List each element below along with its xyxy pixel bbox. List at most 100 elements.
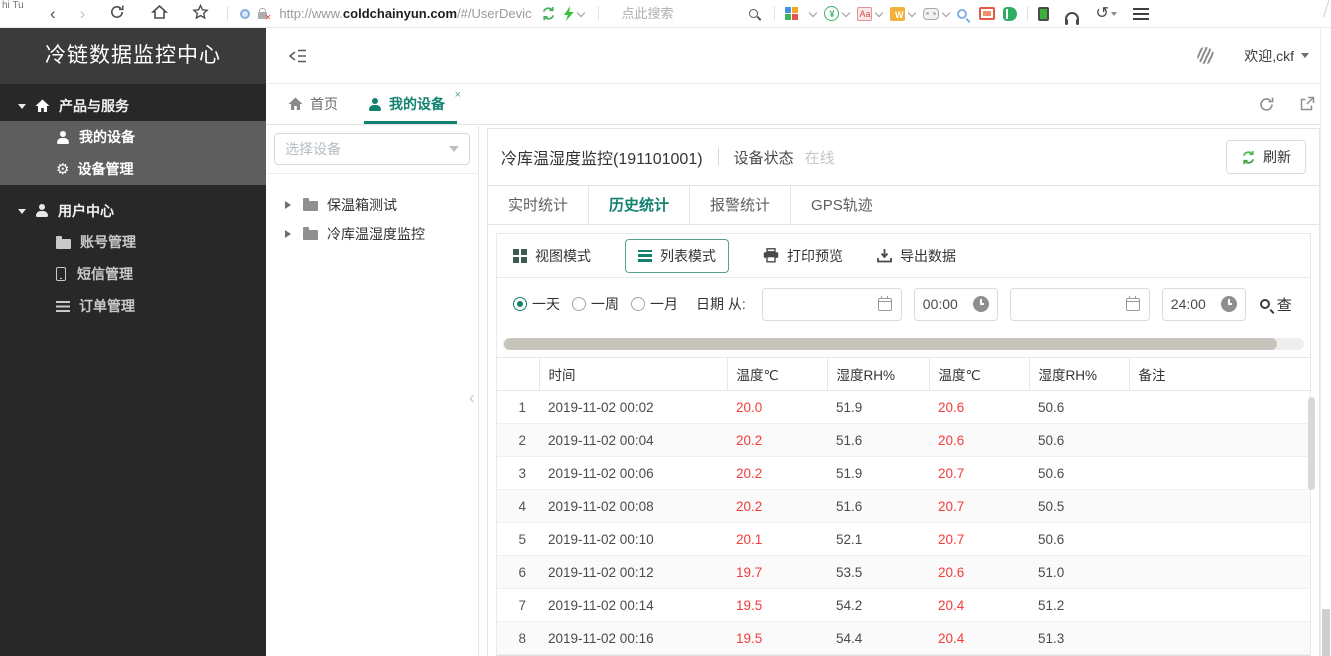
tab-label: 我的设备: [389, 94, 445, 114]
ext-zoom-icon[interactable]: [957, 9, 967, 19]
ext-tv-icon[interactable]: [979, 7, 995, 20]
radio-label: 一周: [591, 294, 619, 314]
ext-dictionary-icon[interactable]: [1003, 7, 1017, 21]
table-cell: 51.6: [827, 490, 929, 523]
table-scrollbar-thumb[interactable]: [1308, 397, 1315, 490]
bookmark-star-icon[interactable]: [192, 4, 209, 23]
browser-search-input[interactable]: [621, 6, 749, 21]
browser-tab-fragment[interactable]: hi Tu: [0, 0, 50, 14]
speed-bolt-icon[interactable]: [564, 6, 574, 21]
sidebar-group-user-center[interactable]: 用户中心: [0, 195, 266, 226]
ext-gamepad-icon[interactable]: [923, 8, 939, 20]
home-icon[interactable]: [151, 4, 168, 23]
user-menu[interactable]: 欢迎,ckf: [1244, 46, 1309, 66]
ext-reader-icon[interactable]: Aa: [857, 7, 872, 21]
sidebar-item-account-management[interactable]: 账号管理: [0, 226, 266, 258]
calendar-icon[interactable]: [1126, 298, 1140, 311]
ext-translate-icon[interactable]: W: [890, 7, 905, 21]
close-icon[interactable]: ×: [455, 89, 461, 101]
table-row[interactable]: 52019-11-02 00:1020.152.120.750.6: [497, 523, 1310, 556]
undo-dropdown-caret-icon[interactable]: [1111, 12, 1117, 19]
ext-apps-grid-icon[interactable]: [785, 7, 798, 20]
theme-icon[interactable]: [1197, 47, 1214, 64]
headphones-icon[interactable]: [1065, 12, 1079, 21]
horizontal-scrollbar-thumb[interactable]: [504, 338, 1277, 350]
tree-node-cold-storage[interactable]: 冷库温湿度监控: [266, 219, 478, 248]
table-cell: 20.1: [727, 523, 827, 556]
table-row[interactable]: 12019-11-02 00:0220.051.920.650.6: [497, 391, 1310, 424]
dropdown-caret-icon[interactable]: [842, 8, 850, 16]
table-cell: 19.5: [727, 622, 827, 655]
page-scrollbar[interactable]: [1320, 28, 1331, 656]
table-row[interactable]: 32019-11-02 00:0620.251.920.750.6: [497, 457, 1310, 490]
tab-my-devices[interactable]: 我的设备 ×: [368, 84, 457, 124]
table-row[interactable]: 72019-11-02 00:1419.554.220.451.2: [497, 589, 1310, 622]
tab-home[interactable]: 首页: [288, 84, 338, 124]
table-cell: [1129, 589, 1310, 622]
table-cell: 50.6: [1029, 391, 1129, 424]
table-row[interactable]: 22019-11-02 00:0420.251.620.650.6: [497, 424, 1310, 457]
list-mode-button[interactable]: 列表模式: [625, 239, 729, 273]
undo-history-icon[interactable]: ↺: [1095, 6, 1108, 22]
table-cell: 8: [497, 622, 539, 655]
date-from-input[interactable]: [772, 296, 878, 312]
insecure-lock-icon[interactable]: [258, 12, 267, 19]
sidebar-group-products[interactable]: 产品与服务: [0, 90, 266, 121]
table-cell: 4: [497, 490, 539, 523]
site-indicator-icon[interactable]: [240, 9, 250, 19]
sidebar-item-sms-management[interactable]: 短信管理: [0, 258, 266, 290]
tab-realtime-stats[interactable]: 实时统计: [488, 186, 589, 224]
page-scrollbar-thumb[interactable]: [1322, 609, 1330, 656]
table-row[interactable]: 42019-11-02 00:0820.251.620.750.5: [497, 490, 1310, 523]
forward-icon[interactable]: ›: [80, 5, 86, 22]
url-domain: coldchainyun.com: [343, 6, 457, 21]
sidebar-item-order-management[interactable]: 订单管理: [0, 290, 266, 322]
open-external-icon[interactable]: [1299, 96, 1315, 112]
address-bar[interactable]: http://www.coldchainyun.com/#/UserDevic: [279, 6, 531, 21]
table-row[interactable]: 82019-11-02 00:1619.554.420.451.3: [497, 622, 1310, 655]
dropdown-caret-icon[interactable]: [908, 8, 916, 16]
dropdown-caret-icon[interactable]: [809, 8, 817, 16]
refresh-button[interactable]: 刷新: [1226, 140, 1306, 174]
table-row[interactable]: 62019-11-02 00:1219.753.520.651.0: [497, 556, 1310, 589]
clock-icon[interactable]: [1221, 296, 1237, 312]
table-cell: 20.6: [929, 424, 1029, 457]
panel-collapse-icon[interactable]: ‹: [469, 388, 475, 408]
list-icon: [638, 250, 652, 262]
sidebar-item-device-management[interactable]: ⚙ 设备管理: [0, 153, 266, 185]
table-cell: 2019-11-02 00:10: [539, 523, 727, 556]
radio-one-week[interactable]: [572, 297, 586, 311]
radio-one-month[interactable]: [631, 297, 645, 311]
refresh-icon[interactable]: [1258, 96, 1275, 113]
dropdown-caret-icon[interactable]: [942, 8, 950, 16]
page-refresh-green-icon[interactable]: [541, 6, 556, 21]
ext-wallet-shield-icon[interactable]: ¥: [824, 6, 839, 21]
horizontal-scrollbar[interactable]: [503, 338, 1304, 350]
tree-node-incubator-test[interactable]: 保温箱测试: [266, 190, 478, 219]
time-to-value[interactable]: 24:00: [1171, 296, 1206, 312]
view-mode-button[interactable]: 视图模式: [513, 246, 591, 266]
calendar-icon[interactable]: [878, 298, 892, 311]
print-preview-button[interactable]: 打印预览: [763, 246, 843, 266]
battery-icon[interactable]: [1038, 7, 1049, 21]
tab-gps-track[interactable]: GPS轨迹: [791, 186, 893, 224]
reload-icon[interactable]: [109, 4, 125, 23]
dropdown-caret-icon[interactable]: [875, 8, 883, 16]
radio-one-day[interactable]: [513, 297, 527, 311]
sidebar-fold-icon[interactable]: [288, 48, 307, 64]
sidebar-item-my-devices[interactable]: 我的设备: [0, 121, 266, 153]
back-icon[interactable]: ‹: [50, 5, 56, 22]
search-button[interactable]: 查: [1260, 294, 1292, 315]
tab-alarm-stats[interactable]: 报警统计: [690, 186, 791, 224]
printer-icon: [763, 248, 779, 263]
device-select[interactable]: 选择设备: [274, 133, 470, 165]
tree-node-label: 保温箱测试: [327, 195, 397, 215]
time-from-value[interactable]: 00:00: [923, 296, 958, 312]
browser-menu-icon[interactable]: [1133, 8, 1149, 20]
search-icon[interactable]: [749, 9, 758, 18]
export-data-button[interactable]: 导出数据: [877, 246, 956, 266]
date-to-input[interactable]: [1020, 296, 1126, 312]
tab-history-stats[interactable]: 历史统计: [589, 186, 690, 224]
clock-icon[interactable]: [973, 296, 989, 312]
address-dropdown-icon[interactable]: [577, 8, 585, 16]
